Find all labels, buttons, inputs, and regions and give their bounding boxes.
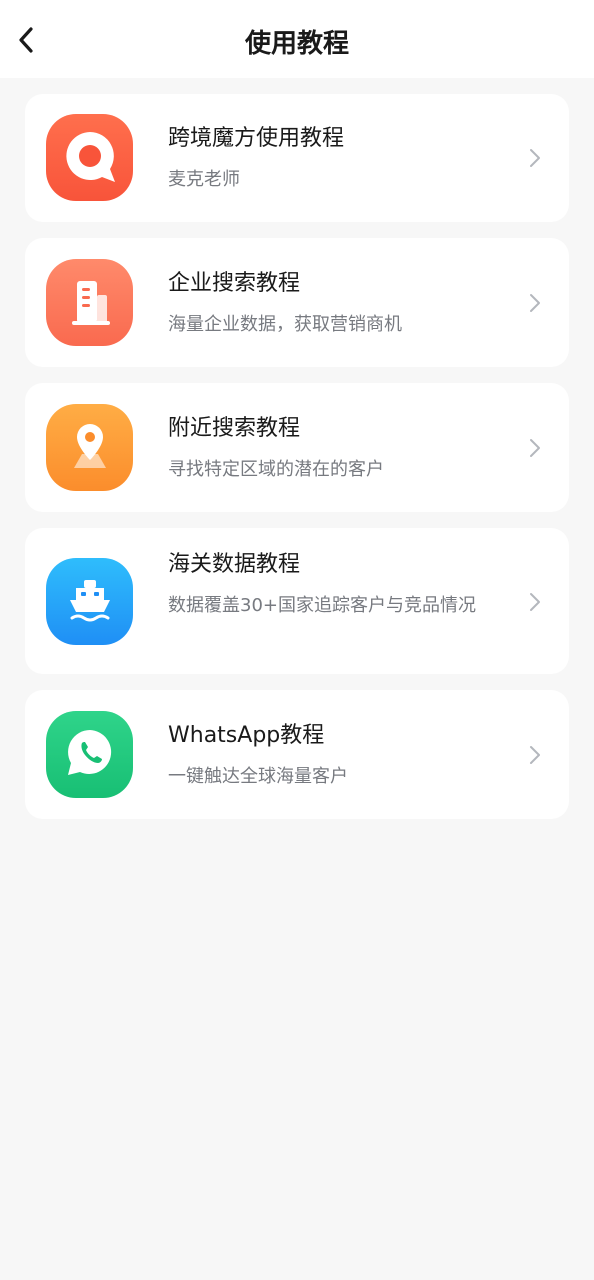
icon-tile: [46, 259, 133, 346]
item-title: WhatsApp教程: [168, 723, 325, 748]
item-subtitle: 一键触达全球海量客户: [168, 766, 348, 787]
item-subtitle: 寻找特定区域的潜在的客户: [168, 459, 384, 480]
item-subtitle: 麦克老师: [168, 169, 240, 190]
item-text: 跨境魔方使用教程 麦克老师: [168, 124, 508, 195]
icon-tile: [46, 114, 133, 201]
chevron-right-icon: [527, 291, 543, 315]
item-text: 企业搜索教程 海量企业数据，获取营销商机: [168, 269, 508, 340]
item-title: 附近搜索教程: [168, 416, 301, 441]
tutorial-list: 跨境魔方使用教程 麦克老师 企业搜索教程 海量企业数据，获取营销商机 附近搜索教…: [25, 94, 569, 835]
item-title: 企业搜索教程: [168, 271, 301, 296]
icon-tile: [46, 404, 133, 491]
icon-tile: [46, 558, 133, 645]
item-text: 附近搜索教程 寻找特定区域的潜在的客户: [168, 414, 508, 485]
tutorial-item-customs-data[interactable]: 海关数据教程 数据覆盖30+国家追踪客户与竞品情况: [25, 528, 569, 674]
icon-tile: [46, 711, 133, 798]
header-bar: 使用教程: [0, 0, 594, 78]
tutorial-item-kuajing-mofang[interactable]: 跨境魔方使用教程 麦克老师: [25, 94, 569, 222]
tutorial-item-enterprise-search[interactable]: 企业搜索教程 海量企业数据，获取营销商机: [25, 238, 569, 367]
ship-icon: [60, 570, 120, 634]
item-text: WhatsApp教程 一键触达全球海量客户: [168, 721, 508, 792]
tutorial-item-whatsapp[interactable]: WhatsApp教程 一键触达全球海量客户: [25, 690, 569, 819]
item-text: 海关数据教程 数据覆盖30+国家追踪客户与竞品情况: [168, 550, 508, 621]
chat-bubble-icon: [60, 126, 120, 190]
chevron-right-icon: [527, 146, 543, 170]
location-pin-icon: [60, 416, 120, 480]
page-title: 使用教程: [244, 29, 349, 59]
chevron-right-icon: [527, 436, 543, 460]
chevron-right-icon: [527, 743, 543, 767]
item-title: 海关数据教程: [168, 552, 301, 577]
tutorial-item-nearby-search[interactable]: 附近搜索教程 寻找特定区域的潜在的客户: [25, 383, 569, 512]
building-icon: [60, 271, 120, 335]
whatsapp-icon: [60, 723, 120, 787]
item-title: 跨境魔方使用教程: [168, 126, 345, 151]
chevron-right-icon: [527, 590, 543, 614]
item-subtitle: 数据覆盖30+国家追踪客户与竞品情况: [168, 595, 476, 616]
item-subtitle: 海量企业数据，获取营销商机: [168, 314, 402, 335]
